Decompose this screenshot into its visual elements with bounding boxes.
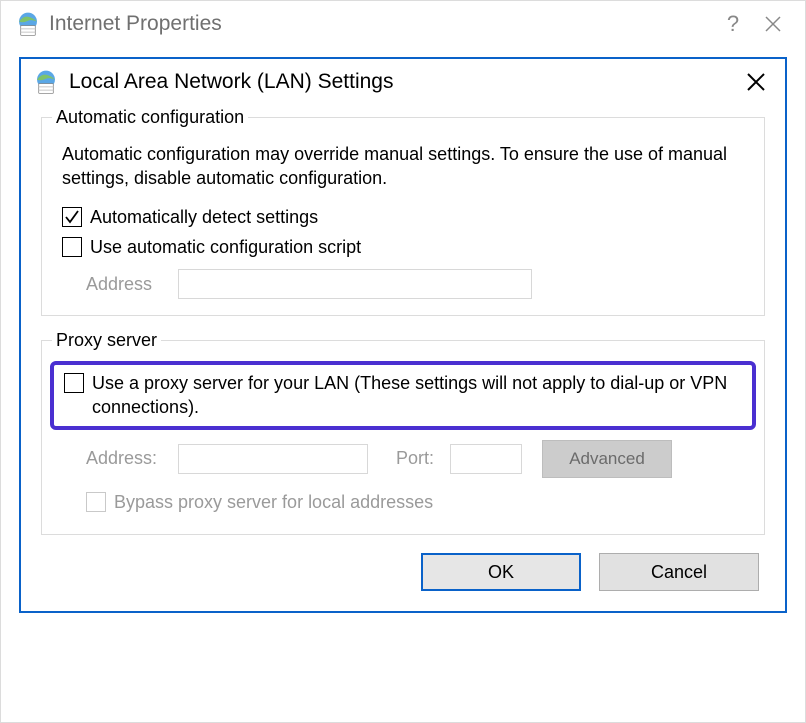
proxy-address-row: Address: Port: Advanced: [86, 440, 750, 478]
outer-title: Internet Properties: [49, 12, 222, 36]
globe-icon: [33, 69, 59, 95]
automatic-configuration-legend: Automatic configuration: [52, 107, 248, 128]
use-proxy-checkbox-row[interactable]: Use a proxy server for your LAN (These s…: [64, 371, 744, 420]
proxy-port-label: Port:: [396, 448, 450, 469]
inner-titlebar: Local Area Network (LAN) Settings: [21, 59, 785, 103]
auto-detect-label: Automatically detect settings: [90, 205, 318, 229]
proxy-port-input: [450, 444, 522, 474]
script-address-input: [178, 269, 532, 299]
outer-close-button[interactable]: [753, 15, 793, 33]
auto-detect-checkbox-row[interactable]: Automatically detect settings: [62, 205, 750, 229]
cancel-button[interactable]: Cancel: [599, 553, 759, 591]
script-address-label: Address: [86, 274, 178, 295]
lan-settings-dialog: Local Area Network (LAN) Settings Automa…: [19, 57, 787, 613]
use-proxy-label: Use a proxy server for your LAN (These s…: [92, 371, 744, 420]
checkbox-checked-icon: [62, 207, 82, 227]
proxy-server-group: Proxy server Use a proxy server for your…: [41, 330, 765, 535]
proxy-server-legend: Proxy server: [52, 330, 161, 351]
inner-close-button[interactable]: [741, 72, 771, 92]
proxy-address-label: Address:: [86, 448, 178, 469]
ok-button[interactable]: OK: [421, 553, 581, 591]
checkbox-disabled-icon: [86, 492, 106, 512]
advanced-button: Advanced: [542, 440, 672, 478]
inner-title: Local Area Network (LAN) Settings: [69, 70, 393, 94]
use-script-checkbox-row[interactable]: Use automatic configuration script: [62, 235, 750, 259]
internet-properties-window: Internet Properties ? Local Area Network…: [0, 0, 806, 723]
help-icon[interactable]: ?: [713, 11, 753, 37]
bypass-local-checkbox-row: Bypass proxy server for local addresses: [86, 490, 750, 514]
script-address-row: Address: [86, 269, 750, 299]
use-script-label: Use automatic configuration script: [90, 235, 361, 259]
bypass-local-label: Bypass proxy server for local addresses: [114, 490, 433, 514]
proxy-address-input: [178, 444, 368, 474]
dialog-button-row: OK Cancel: [41, 549, 765, 595]
globe-icon: [15, 11, 41, 37]
checkbox-unchecked-icon: [64, 373, 84, 393]
outer-titlebar: Internet Properties ?: [1, 1, 805, 43]
automatic-configuration-group: Automatic configuration Automatic config…: [41, 107, 765, 316]
checkbox-unchecked-icon: [62, 237, 82, 257]
autoconf-description: Automatic configuration may override man…: [62, 142, 750, 191]
highlight-annotation: Use a proxy server for your LAN (These s…: [50, 361, 756, 430]
